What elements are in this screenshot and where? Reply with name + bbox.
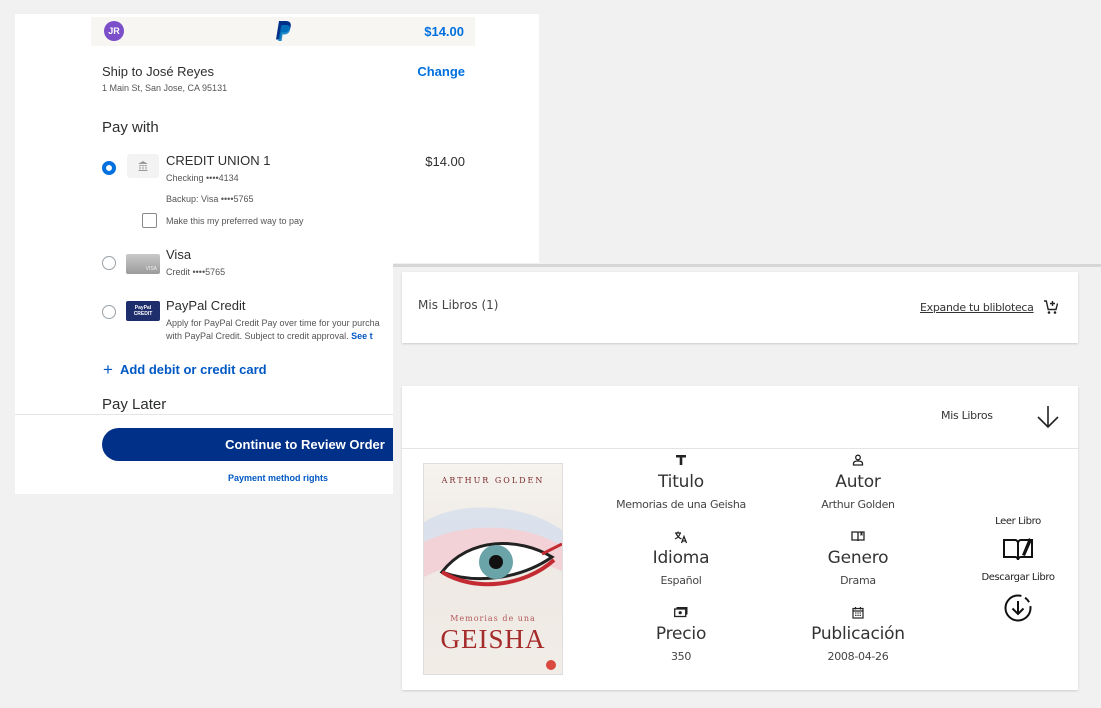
read-book-icon[interactable] [1002, 536, 1034, 562]
method-name-credit-union: CREDIT UNION 1 [166, 153, 271, 168]
geisha-eye-illustration [424, 507, 562, 587]
my-books-title: Mis Libros [941, 409, 993, 422]
see-terms-link[interactable]: See t [351, 331, 373, 341]
field-titulo: Titulo Memorias de una Geisha [601, 454, 761, 511]
paypal-credit-icon: PayPal CREDIT [126, 301, 160, 321]
money-icon [674, 607, 688, 618]
person-icon [852, 454, 864, 466]
paypal-credit-terms: with PayPal Credit. Subject to credit ap… [166, 331, 373, 341]
library-count-title: Mis Libros (1) [418, 298, 499, 312]
preferred-checkbox[interactable] [142, 213, 157, 228]
field-value: 350 [670, 650, 692, 663]
publisher-badge [546, 660, 556, 670]
expand-library-link[interactable]: Expande tu blibloteca [920, 301, 1034, 314]
download-icon[interactable] [1003, 593, 1033, 623]
cover-title: GEISHA [440, 624, 546, 654]
paypal-credit-description: Apply for PayPal Credit Pay over time fo… [166, 318, 380, 328]
add-card-label: Add debit or credit card [119, 362, 267, 377]
method-amount: $14.00 [425, 154, 465, 169]
preferred-label: Make this my preferred way to pay [166, 216, 304, 226]
translate-icon [674, 531, 688, 544]
pay-later-heading: Pay Later [102, 396, 167, 413]
field-value: Español [660, 574, 702, 587]
change-address-link[interactable]: Change [410, 64, 465, 79]
total-amount: $14.00 [424, 24, 464, 39]
calendar-icon [852, 607, 864, 619]
pay-with-heading: Pay with [102, 119, 159, 136]
book-icon [851, 531, 865, 542]
cover-author: ARTHUR GOLDEN [441, 476, 545, 485]
avatar[interactable]: JR [104, 21, 124, 41]
radio-credit-union[interactable] [102, 161, 116, 175]
method-visa-detail: Credit ••••5765 [166, 267, 226, 277]
download-book-label: Descargar Libro [981, 572, 1055, 583]
field-label: Autor [835, 472, 881, 492]
plus-icon: + [103, 360, 113, 379]
field-idioma: Idioma Español [601, 530, 761, 587]
bank-icon [127, 154, 159, 178]
paypal-logo-icon [276, 21, 291, 41]
text-icon [676, 455, 686, 465]
add-card-button[interactable]: + Add debit or credit card [103, 359, 267, 379]
field-value: Drama [840, 574, 876, 587]
radio-paypal-credit[interactable] [102, 305, 116, 319]
shipping-address: 1 Main St, San Jose, CA 95131 [102, 83, 228, 93]
cart-add-icon[interactable] [1043, 299, 1059, 315]
field-value: 2008-04-26 [827, 650, 889, 663]
field-label: Genero [827, 548, 889, 568]
book-list-card: Mis Libros ARTHUR GOLDEN Memorias de una… [402, 386, 1078, 690]
field-label: Publicación [811, 624, 905, 644]
field-publicacion: Publicación 2008-04-26 [778, 606, 938, 663]
paypal-credit-terms-text: with PayPal Credit. Subject to credit ap… [166, 331, 349, 341]
method-name-paypal-credit: PayPal Credit [166, 298, 246, 313]
library-summary-card: Mis Libros (1) Expande tu blibloteca [402, 272, 1078, 343]
field-value: Memorias de una Geisha [616, 498, 746, 511]
cover-subtitle: Memorias de una [450, 614, 536, 623]
book-cover-image: ARTHUR GOLDEN Memorias de una GEISHA [423, 463, 563, 675]
method-backup-detail: Backup: Visa ••••5765 [166, 194, 254, 204]
read-book-label: Leer Libro [995, 516, 1041, 527]
library-top-border [393, 264, 1101, 267]
method-checking-detail: Checking ••••4134 [166, 173, 239, 183]
payment-method-rights-link[interactable]: Payment method rights [228, 473, 328, 483]
field-precio: Precio 350 [601, 606, 761, 663]
field-label: Titulo [658, 472, 704, 492]
field-value: Arthur Golden [821, 498, 895, 511]
book-list-header: Mis Libros [402, 386, 1078, 449]
radio-visa[interactable] [102, 256, 116, 270]
avatar-initials: JR [108, 26, 120, 36]
visa-card-icon: VISA [126, 254, 160, 274]
field-autor: Autor Arthur Golden [778, 454, 938, 511]
method-name-visa: Visa [166, 247, 192, 262]
arrow-down-icon[interactable] [1036, 404, 1060, 430]
field-label: Precio [655, 624, 707, 644]
ship-to-name: Ship to José Reyes [102, 64, 215, 79]
field-label: Idioma [652, 548, 710, 568]
field-genero: Genero Drama [778, 530, 938, 587]
